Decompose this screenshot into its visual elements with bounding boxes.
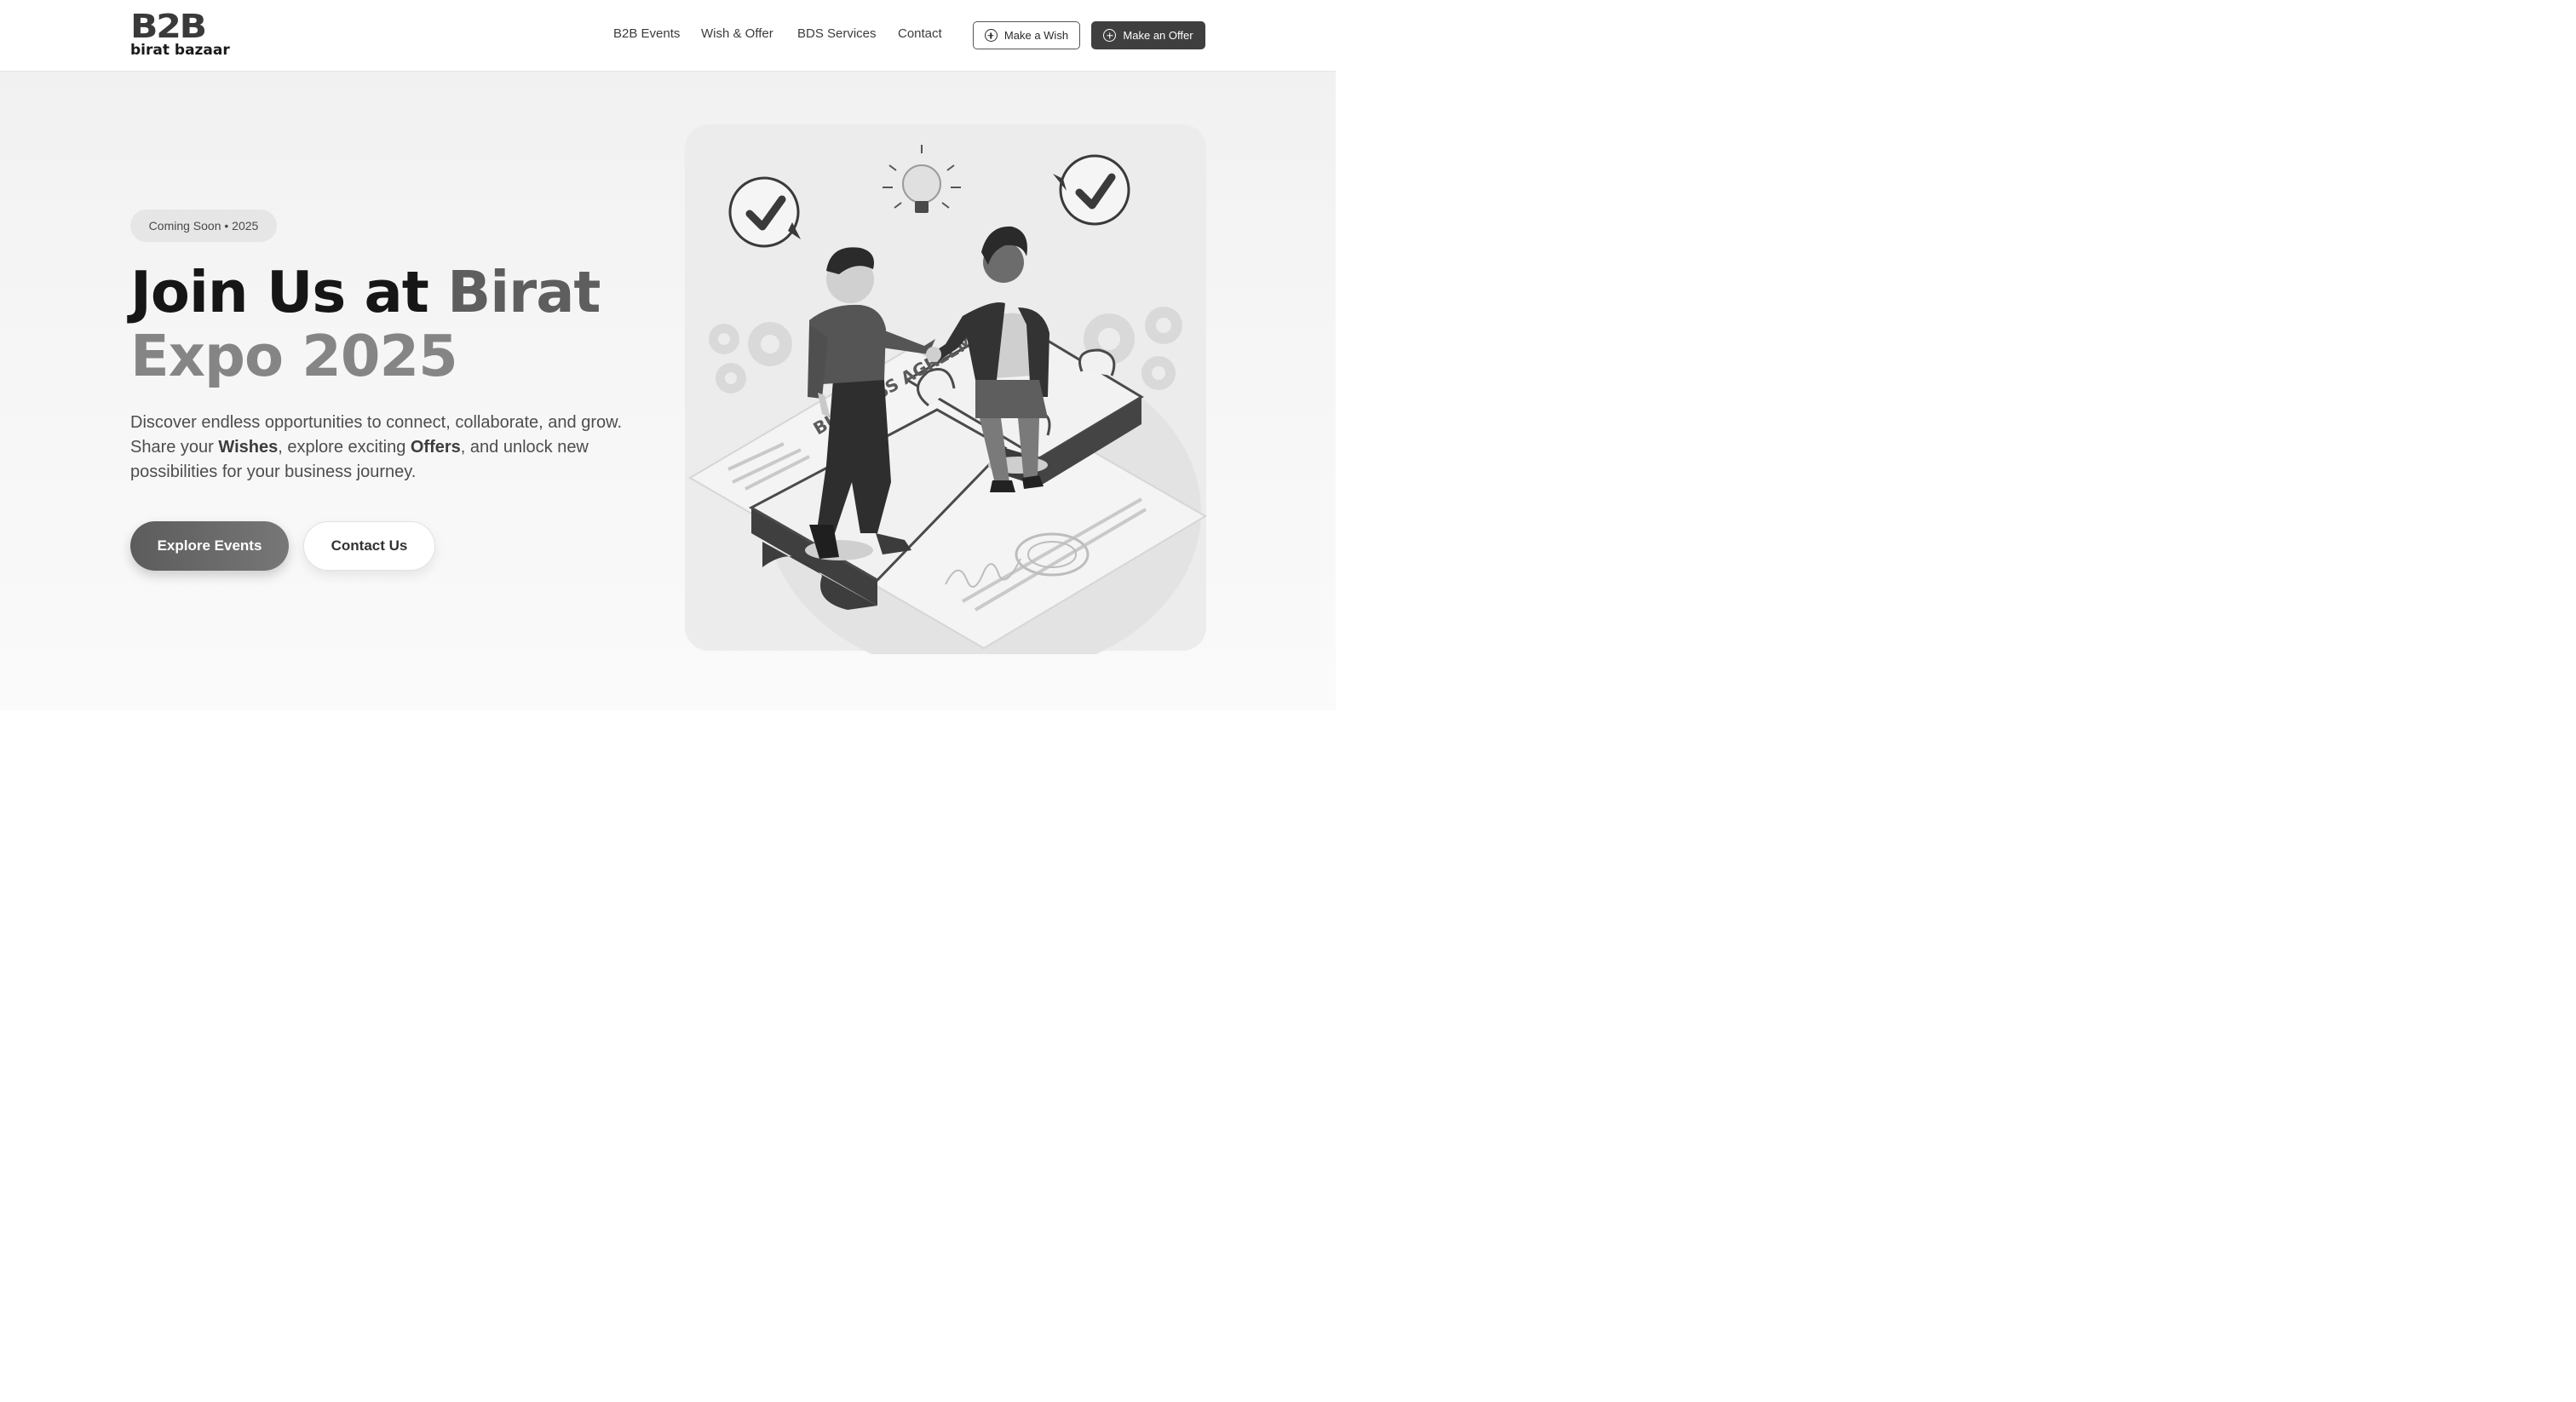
- site-header: B2B birat bazaar B2B Events Wish & Offer…: [0, 0, 1336, 72]
- plus-circle-icon: [1103, 29, 1117, 42]
- logo-mark: B2B: [130, 8, 207, 45]
- explore-events-button[interactable]: Explore Events: [130, 521, 289, 571]
- desc-text-2: , explore exciting: [278, 438, 411, 457]
- business-agreement-illustration: BUSINESS AGREEMENT: [685, 124, 1207, 654]
- desc-wishes: Wishes: [218, 438, 279, 457]
- nav-link-b2b-events[interactable]: B2B Events: [613, 26, 680, 41]
- coming-soon-badge: Coming Soon • 2025: [130, 210, 277, 242]
- headline-part-2: Birat: [447, 259, 601, 325]
- make-wish-label: Make a Wish: [1003, 29, 1069, 42]
- hero-headline: Join Us at Birat Expo 2025: [130, 261, 658, 388]
- make-offer-button[interactable]: Make an Offer: [1091, 21, 1205, 49]
- hero-section: Coming Soon • 2025 Join Us at Birat Expo…: [0, 72, 1336, 710]
- logo[interactable]: B2B birat bazaar: [130, 10, 233, 60]
- headline-part-1: Join Us at: [130, 259, 448, 325]
- nav-link-bds-services[interactable]: BDS Services: [797, 26, 877, 41]
- nav-link-contact[interactable]: Contact: [898, 26, 942, 41]
- handshake-icon: [926, 347, 941, 362]
- hero-description: Discover endless opportunities to connec…: [130, 411, 641, 485]
- checkmark-bubble-left-icon: [728, 176, 801, 248]
- make-wish-button[interactable]: Make a Wish: [973, 21, 1080, 49]
- contact-us-button[interactable]: Contact Us: [303, 521, 435, 571]
- headline-part-3: Expo 2025: [130, 323, 458, 389]
- desc-offers: Offers: [410, 438, 461, 457]
- make-offer-label: Make an Offer: [1123, 29, 1193, 42]
- nav-link-wish-offer[interactable]: Wish & Offer: [701, 26, 773, 41]
- plus-circle-icon: [984, 29, 998, 42]
